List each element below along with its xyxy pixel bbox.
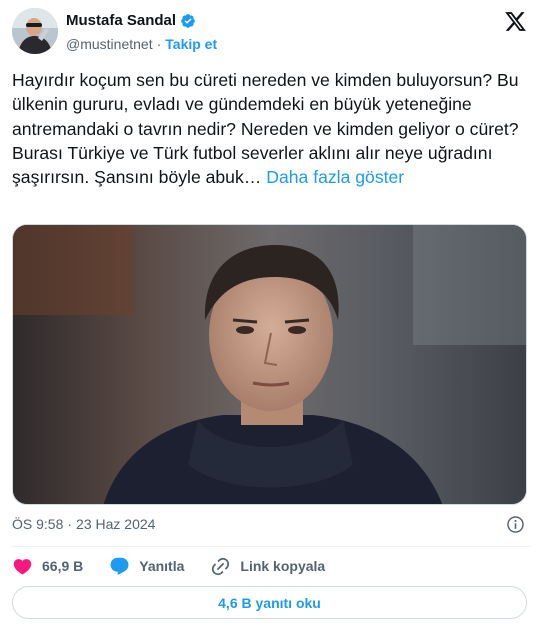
separator-dot: · xyxy=(156,36,162,52)
author-avatar[interactable] xyxy=(12,8,58,54)
follow-button[interactable]: Takip et xyxy=(165,36,217,52)
reply-label: Yanıtla xyxy=(139,558,185,574)
tweet-timestamp[interactable]: ÖS 9:58 · 23 Haz 2024 xyxy=(12,516,155,532)
separator-dot: · xyxy=(67,516,73,532)
copy-link-button[interactable]: Link kopyala xyxy=(210,556,325,577)
tweet-text: Hayırdır koçum sen bu cüreti nereden ve … xyxy=(12,68,522,189)
copy-link-label: Link kopyala xyxy=(240,558,326,574)
tweet-embed-card: Mustafa Sandal @mustinetnet · Takip et H… xyxy=(0,0,543,632)
author-name[interactable]: Mustafa Sandal xyxy=(66,12,176,29)
show-more-link[interactable]: Daha fazla göster xyxy=(266,167,404,187)
tweet-date: 23 Haz 2024 xyxy=(76,516,156,532)
read-replies-button[interactable]: 4,6 B yanıtı oku xyxy=(12,586,527,619)
link-icon xyxy=(212,557,230,575)
tweet-photo[interactable] xyxy=(12,224,527,505)
like-button[interactable]: 66,9 B xyxy=(12,556,83,577)
like-count: 66,9 B xyxy=(42,558,84,574)
verified-badge-icon xyxy=(180,13,196,29)
heart-icon xyxy=(13,558,32,575)
author-handle[interactable]: @mustinetnet xyxy=(66,36,153,52)
reply-button[interactable]: Yanıtla xyxy=(109,556,184,577)
x-logo-icon[interactable] xyxy=(504,10,527,33)
tweet-time: ÖS 9:58 xyxy=(12,516,64,532)
tweet-actions: 66,9 B Yanıtla Link kopyala xyxy=(12,555,351,577)
divider xyxy=(12,546,531,547)
info-icon[interactable] xyxy=(506,515,525,534)
author-handle-row: @mustinetnet · Takip et xyxy=(66,36,217,52)
author-name-row: Mustafa Sandal xyxy=(66,12,196,29)
photo-image xyxy=(13,225,526,504)
avatar-image xyxy=(12,8,58,54)
speech-bubble-icon xyxy=(110,557,129,575)
